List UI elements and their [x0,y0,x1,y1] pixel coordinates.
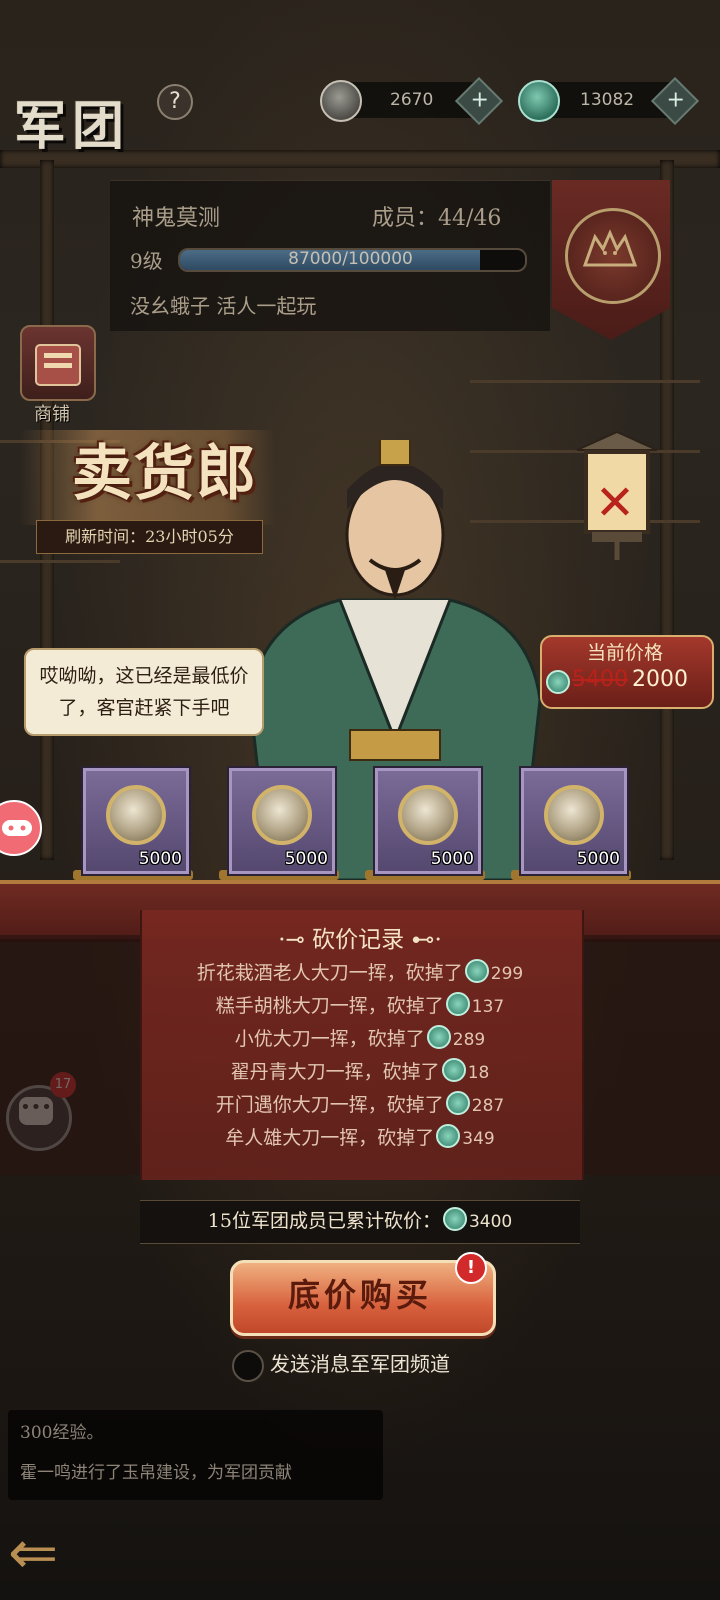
current-price-label: 当前价格 [586,642,663,664]
plus-icon: + [470,87,489,113]
wolf-icon [575,225,645,275]
record-text: 小优大刀一挥，砍掉了 [234,1028,425,1050]
silver-coin-icon [252,785,312,845]
bargain-record-title: ·⊸ 砍价记录 ⊷· [278,927,442,953]
buy-button-label: 底价购买 [287,1276,432,1314]
record-row: 糕手胡桃大刀一挥，砍掉了 137 [140,991,580,1021]
jade-icon [518,80,560,122]
item-card-4[interactable]: 5000 [521,768,627,874]
record-amount: 289 [452,1030,486,1050]
jade-icon [442,1207,467,1231]
shop-label: 商铺 [34,404,70,425]
log-line: 300经验。 [20,1423,104,1443]
jade-icon [426,1025,451,1049]
record-row: 牟人雄大刀一挥，砍掉了 349 [140,1123,580,1153]
record-amount: 137 [471,997,505,1017]
item-count: 5000 [430,849,474,869]
item-card-2[interactable]: 5000 [229,768,335,874]
record-row: 折花栽酒老人大刀一挥，砍掉了 299 [140,958,580,988]
bargain-record-title-text: 砍价记录 [312,927,405,953]
gamepad-button[interactable] [0,800,42,856]
item-card-3[interactable]: 5000 [375,768,481,874]
item-count: 5000 [284,849,328,869]
legion-level: 9级 [130,249,163,273]
plus-icon: + [666,87,685,113]
record-row: 小优大刀一挥，砍掉了 289 [140,1024,580,1054]
record-amount: 287 [471,1096,505,1116]
send-to-channel-checkbox[interactable] [232,1350,264,1382]
page-title: 军团 [14,96,131,157]
legion-motto: 没幺蛾子 活人一起玩 [130,294,317,318]
silver-coin-value: 2670 [390,90,434,110]
jade-icon [436,1124,461,1148]
record-amount: 349 [462,1129,495,1149]
jade-icon [464,959,489,983]
silver-coin-icon [320,80,362,122]
bargain-total: 15位军团成员已累计砍价： 3400 [140,1205,580,1238]
shop-button[interactable] [20,325,96,401]
help-button[interactable]: ? [157,84,193,120]
jade-value: 13082 [580,90,635,110]
member-count: 成员：44/46 [372,206,502,231]
log-line: 霍一鸣进行了玉帛建设，为军团贡献 [20,1463,292,1483]
silver-coin-icon [544,785,604,845]
record-text: 糕手胡桃大刀一挥，砍掉了 [215,995,444,1017]
alert-badge: ! [455,1252,487,1284]
item-count: 5000 [576,849,620,869]
bargain-total-amount: 3400 [468,1212,513,1232]
record-text: 开门遇你大刀一挥，砍掉了 [215,1094,444,1116]
current-price: 2000 [632,667,688,692]
close-icon[interactable]: ✕ [590,478,640,528]
jade-icon [445,1091,470,1115]
silver-coin-icon [106,785,166,845]
refresh-timer: 刷新时间：23小时05分 [36,520,263,554]
item-card-1[interactable]: 5000 [83,768,189,874]
item-count: 5000 [138,849,182,869]
record-row: 开门遇你大刀一挥，砍掉了 287 [140,1090,580,1120]
record-text: 牟人雄大刀一挥，砍掉了 [225,1127,435,1149]
record-text: 翟丹青大刀一挥，砍掉了 [230,1061,440,1083]
exp-text: 87000/100000 [288,249,413,269]
record-amount: 18 [467,1063,490,1083]
merchant-speech-bubble: 哎呦呦，这已经是最低价了，客官赶紧下手吧 [24,648,264,736]
original-price: 5400 [572,667,628,692]
record-row: 翟丹青大刀一挥，砍掉了 18 [140,1057,580,1087]
record-text: 折花栽酒老人大刀一挥，砍掉了 [196,962,463,984]
legion-name: 神鬼莫测 [132,206,221,231]
send-to-channel-label[interactable]: 发送消息至军团频道 [270,1350,450,1378]
back-arrow-icon: ⇐ [8,1518,59,1588]
bargain-total-label: 15位军团成员已累计砍价： [207,1210,441,1232]
jade-icon [546,670,570,694]
jade-icon [441,1058,466,1082]
jade-icon [445,992,470,1016]
silver-coin-icon [398,785,458,845]
message-log[interactable]: 300经验。 霍一鸣进行了玉帛建设，为军团贡献 [8,1410,383,1500]
record-amount: 299 [490,964,524,984]
